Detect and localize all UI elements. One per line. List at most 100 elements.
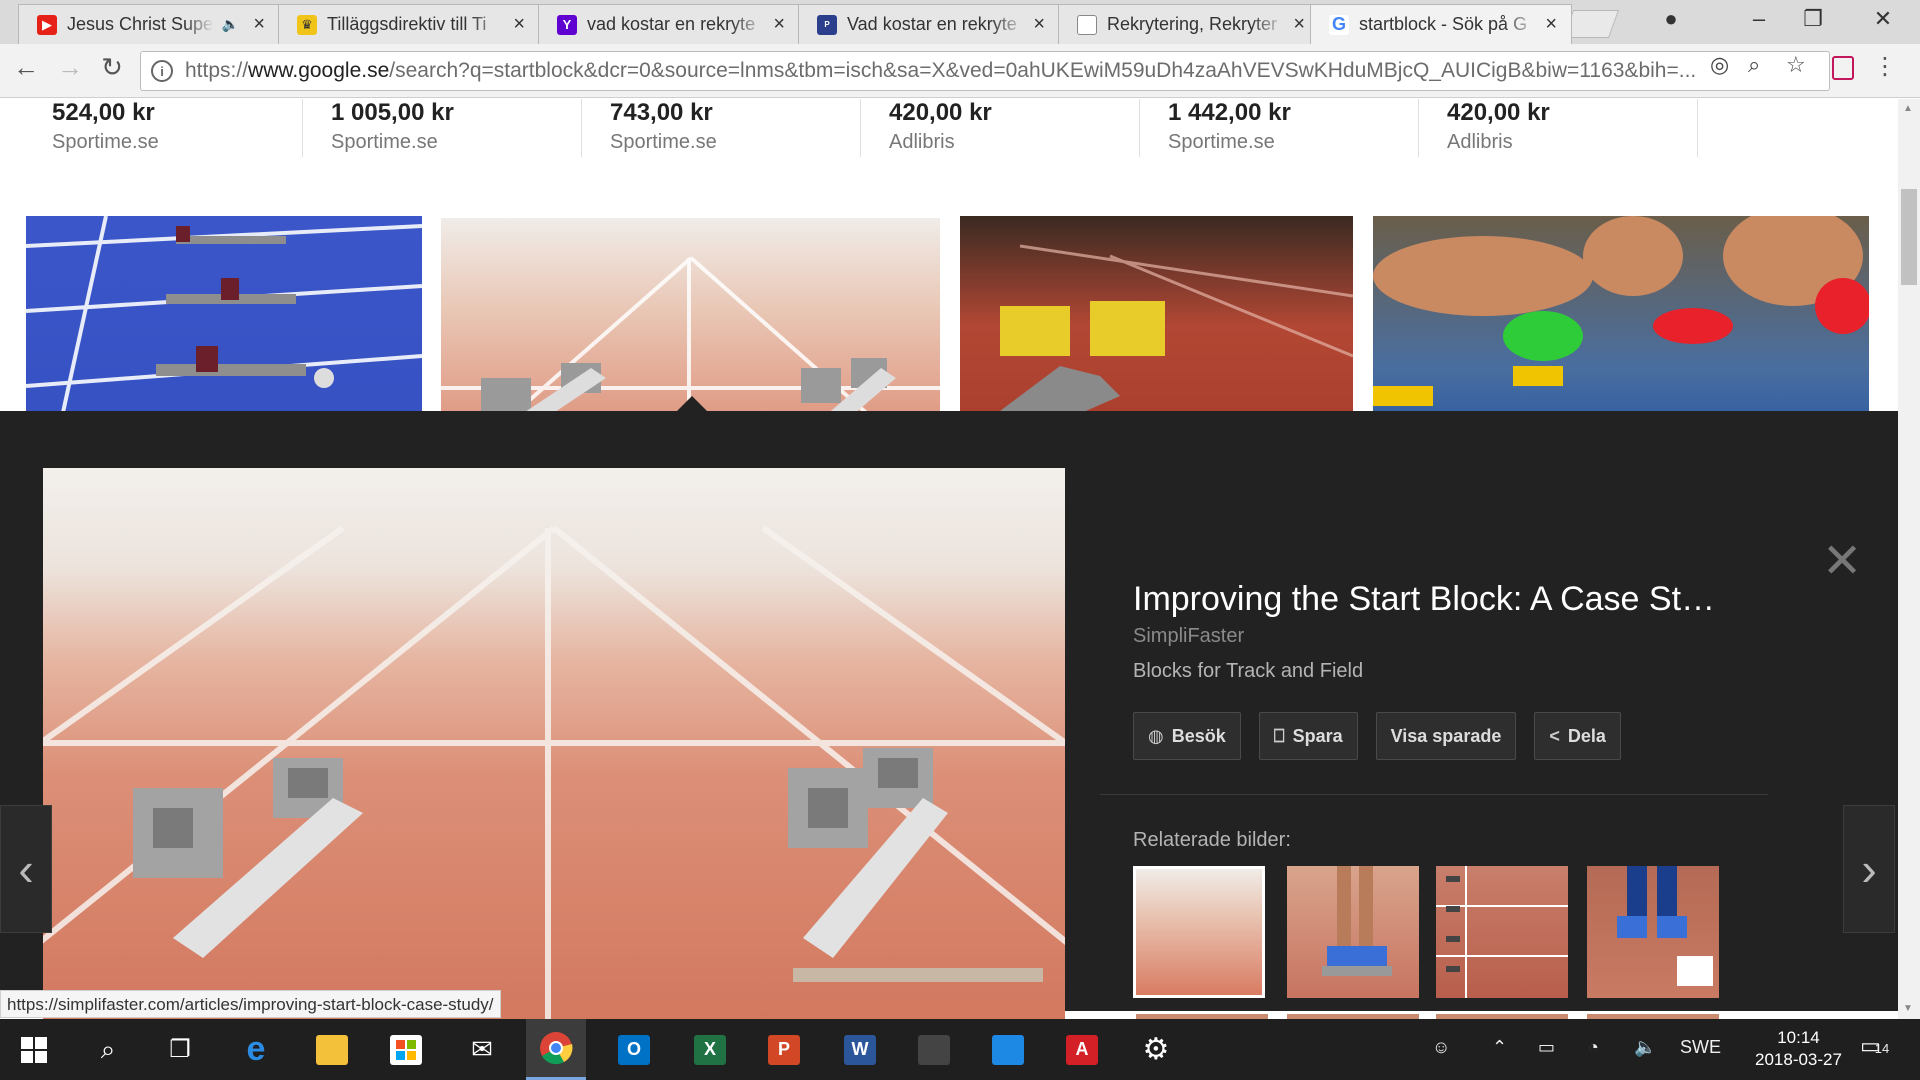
- divider: [1100, 794, 1768, 795]
- search-icon[interactable]: ⌕: [78, 1019, 138, 1080]
- close-icon[interactable]: ×: [513, 13, 525, 36]
- people-icon[interactable]: ☺: [1432, 1037, 1450, 1058]
- reload-icon[interactable]: ↻: [94, 52, 130, 83]
- chrome-icon[interactable]: [526, 1019, 586, 1080]
- related-image[interactable]: [1587, 866, 1719, 998]
- shop-name: Adlibris: [889, 131, 955, 153]
- minimize-icon[interactable]: –: [1744, 6, 1774, 32]
- tab-rekrytering[interactable]: Rekrytering, Rekryter ×: [1058, 4, 1320, 44]
- tab-title: Jesus Christ Supe: [67, 14, 214, 34]
- task-view-icon[interactable]: ❐: [150, 1019, 210, 1080]
- tab-title: Vad kostar en rekryte: [847, 14, 1017, 34]
- chevron-up-icon[interactable]: ⌃: [1492, 1037, 1507, 1058]
- view-saved-button[interactable]: Visa sparade: [1375, 712, 1517, 760]
- extension-icon[interactable]: [1832, 56, 1854, 80]
- athlete-feet-image: [1322, 866, 1392, 976]
- info-icon[interactable]: i: [151, 60, 173, 82]
- page-scrollbar[interactable]: ▲ ▼: [1898, 99, 1920, 1019]
- window-close-icon[interactable]: ✕: [1868, 6, 1898, 32]
- menu-icon[interactable]: ⋮: [1873, 52, 1897, 81]
- scrollbar-thumb[interactable]: [1901, 189, 1917, 285]
- related-image[interactable]: [1287, 866, 1419, 998]
- close-icon[interactable]: ×: [1545, 13, 1557, 36]
- starting-blocks-large-image: [43, 525, 1065, 1028]
- document-icon: [1077, 14, 1097, 35]
- panel-pointer: [676, 396, 708, 412]
- scroll-down-icon[interactable]: ▼: [1903, 1003, 1913, 1014]
- forward-icon[interactable]: →: [52, 52, 88, 83]
- edge-icon[interactable]: e: [226, 1019, 286, 1080]
- address-bar[interactable]: i https://www.google.se/search?q=startbl…: [140, 51, 1830, 91]
- related-image-selected[interactable]: [1133, 866, 1265, 998]
- related-image[interactable]: [1436, 866, 1568, 998]
- shopping-card[interactable]: 743,00 kr Sportime.se: [582, 99, 861, 157]
- speaker-icon[interactable]: 🔈: [222, 16, 239, 33]
- store-icon[interactable]: [376, 1019, 436, 1080]
- youtube-icon: ▶: [37, 14, 57, 35]
- profile-icon[interactable]: ●: [1656, 6, 1686, 32]
- shop-name: Sportime.se: [1168, 131, 1275, 153]
- close-icon[interactable]: ×: [773, 13, 785, 36]
- close-panel-icon[interactable]: ✕: [1822, 538, 1862, 586]
- back-icon[interactable]: ←: [8, 52, 44, 83]
- preview-title[interactable]: Improving the Start Block: A Case St…: [1133, 580, 1715, 619]
- shopping-card[interactable]: 1 442,00 kr Sportime.se: [1140, 99, 1419, 157]
- government-crest-icon: ♛: [297, 14, 317, 35]
- star-icon[interactable]: ☆: [1786, 52, 1806, 78]
- shopping-card[interactable]: 420,00 kr Adlibris: [1419, 99, 1698, 157]
- language-indicator[interactable]: SWE: [1680, 1037, 1721, 1058]
- tab-youtube[interactable]: ▶ Jesus Christ Supe 🔈 ×: [18, 4, 280, 44]
- save-button[interactable]: ⎕ Spara: [1258, 712, 1358, 760]
- shop-name: Sportime.se: [610, 131, 717, 153]
- zoom-icon[interactable]: ⌕: [1748, 52, 1760, 78]
- remote-desktop-icon[interactable]: [978, 1019, 1038, 1080]
- next-image-button[interactable]: ›: [1843, 805, 1895, 933]
- price: 1 005,00 kr: [331, 99, 454, 126]
- share-button[interactable]: < Dela: [1534, 712, 1621, 760]
- price: 743,00 kr: [610, 99, 713, 126]
- excel-icon[interactable]: X: [680, 1019, 740, 1080]
- related-images-label: Relaterade bilder:: [1133, 829, 1291, 851]
- powerpoint-icon[interactable]: P: [754, 1019, 814, 1080]
- tab-yahoo[interactable]: Y vad kostar en rekryte ×: [538, 4, 800, 44]
- clock-date: 2018-03-27: [1755, 1050, 1842, 1069]
- visit-button[interactable]: ◍ Besök: [1133, 712, 1241, 760]
- close-icon[interactable]: ×: [1293, 13, 1305, 36]
- tab-news[interactable]: P Vad kostar en rekryte ×: [798, 4, 1060, 44]
- camera-app-icon[interactable]: [904, 1019, 964, 1080]
- previous-image-button[interactable]: ‹: [0, 805, 52, 933]
- shop-name: Adlibris: [1447, 131, 1513, 153]
- shopping-card[interactable]: 1 005,00 kr Sportime.se: [303, 99, 582, 157]
- windows-logo-icon: [21, 1036, 47, 1063]
- file-explorer-icon[interactable]: [302, 1019, 362, 1080]
- tab-direktiv[interactable]: ♛ Tilläggsdirektiv till Ti ×: [278, 4, 540, 44]
- google-icon: G: [1329, 14, 1349, 35]
- tab-title: Tilläggsdirektiv till Ti: [327, 14, 487, 34]
- settings-gear-icon[interactable]: ⚙: [1126, 1019, 1186, 1080]
- mail-icon[interactable]: ✉: [452, 1019, 512, 1080]
- tab-google-search[interactable]: G startblock - Sök på G ×: [1310, 4, 1572, 44]
- clock-time: 10:14: [1777, 1028, 1820, 1047]
- shopping-card[interactable]: 420,00 kr Adlibris: [861, 99, 1140, 157]
- system-clock[interactable]: 10:14 2018-03-27: [1755, 1027, 1842, 1071]
- close-icon[interactable]: ×: [253, 13, 265, 36]
- start-button[interactable]: [4, 1019, 64, 1080]
- location-icon[interactable]: ◎: [1710, 52, 1729, 78]
- acrobat-icon[interactable]: A: [1052, 1019, 1112, 1080]
- globe-icon: ◍: [1148, 725, 1164, 746]
- word-icon[interactable]: W: [830, 1019, 890, 1080]
- url-text[interactable]: https://www.google.se/search?q=startbloc…: [185, 59, 1725, 83]
- shopping-results: 524,00 kr Sportime.se 1 005,00 kr Sporti…: [24, 99, 1698, 159]
- notification-center-icon[interactable]: ▭14: [1860, 1033, 1889, 1059]
- wifi-icon[interactable]: ◔: [1588, 1037, 1599, 1058]
- battery-icon[interactable]: ▭: [1538, 1037, 1555, 1058]
- scroll-up-icon[interactable]: ▲: [1903, 103, 1913, 114]
- restore-icon[interactable]: ❐: [1798, 6, 1828, 32]
- volume-icon[interactable]: 🔈: [1634, 1037, 1656, 1058]
- tab-title: vad kostar en rekryte: [587, 14, 756, 34]
- close-icon[interactable]: ×: [1033, 13, 1045, 36]
- shopping-card[interactable]: 524,00 kr Sportime.se: [24, 99, 303, 157]
- outlook-icon[interactable]: O: [604, 1019, 664, 1080]
- preview-image[interactable]: [43, 468, 1065, 1028]
- windows-taskbar: ⌕ ❐ e ✉ O X P W A ⚙ ☺ ⌃ ▭ ◔ 🔈 SWE 10:14 …: [0, 1019, 1920, 1080]
